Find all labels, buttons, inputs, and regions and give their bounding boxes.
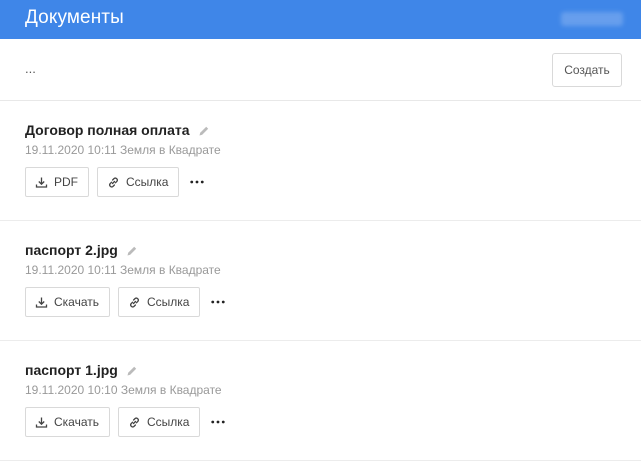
link-button[interactable]: Ссылка <box>118 287 201 317</box>
more-dots-icon[interactable] <box>208 412 228 432</box>
document-title-row: Договор полная оплата <box>25 122 210 138</box>
download-icon <box>35 177 48 188</box>
page-title: Документы <box>25 7 124 28</box>
breadcrumb[interactable]: ... <box>25 61 36 76</box>
document-item: паспорт 1.jpg 19.11.2020 10:10 Земля в К… <box>0 341 641 461</box>
document-meta: 19.11.2020 10:11 Земля в Квадрате <box>25 143 221 157</box>
download-icon <box>35 297 48 308</box>
document-title-row: паспорт 1.jpg <box>25 362 138 378</box>
more-dots-icon[interactable] <box>187 172 207 192</box>
download-label: Скачать <box>54 295 99 309</box>
link-label: Ссылка <box>126 175 169 189</box>
document-title[interactable]: паспорт 1.jpg <box>25 362 118 378</box>
document-title[interactable]: паспорт 2.jpg <box>25 242 118 258</box>
document-actions: Скачать Ссылка <box>25 407 228 437</box>
download-button[interactable]: Скачать <box>25 287 110 317</box>
document-item: паспорт 2.jpg 19.11.2020 10:11 Земля в К… <box>0 221 641 341</box>
download-icon <box>35 417 48 428</box>
document-actions: Скачать Ссылка <box>25 287 228 317</box>
download-button[interactable]: Скачать <box>25 407 110 437</box>
link-label: Ссылка <box>147 415 190 429</box>
pencil-icon[interactable] <box>126 364 138 376</box>
user-menu[interactable] <box>561 12 623 26</box>
pencil-icon[interactable] <box>198 124 210 136</box>
link-icon <box>130 296 139 308</box>
download-label: Скачать <box>54 415 99 429</box>
document-meta: 19.11.2020 10:10 Земля в Квадрате <box>25 383 222 397</box>
download-pdf-button[interactable]: PDF <box>25 167 89 197</box>
download-pdf-label: PDF <box>54 175 78 189</box>
link-icon <box>109 176 118 188</box>
document-title-row: паспорт 2.jpg <box>25 242 138 258</box>
document-actions: PDF Ссылка <box>25 167 207 197</box>
toolbar: ... Создать <box>0 39 641 101</box>
link-button[interactable]: Ссылка <box>97 167 180 197</box>
link-button[interactable]: Ссылка <box>118 407 201 437</box>
pencil-icon[interactable] <box>126 244 138 256</box>
create-button[interactable]: Создать <box>552 53 622 87</box>
document-meta: 19.11.2020 10:11 Земля в Квадрате <box>25 263 221 277</box>
more-dots-icon[interactable] <box>208 292 228 312</box>
link-label: Ссылка <box>147 295 190 309</box>
document-item: Договор полная оплата 19.11.2020 10:11 З… <box>0 101 641 221</box>
link-icon <box>130 416 139 428</box>
app-header: Документы <box>0 0 641 39</box>
document-title[interactable]: Договор полная оплата <box>25 122 190 138</box>
